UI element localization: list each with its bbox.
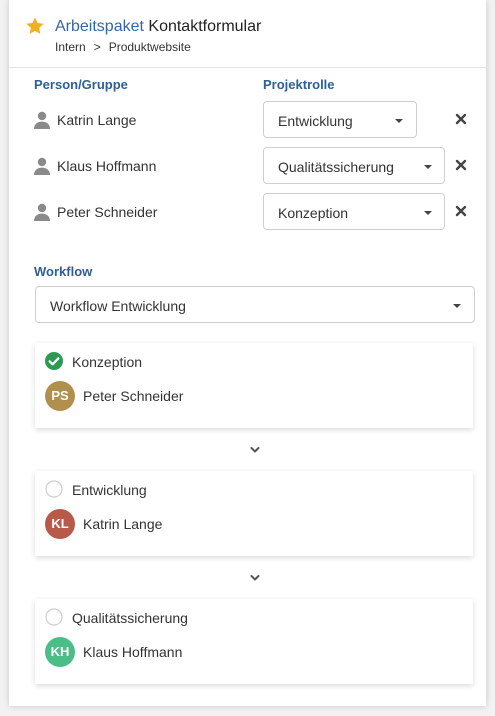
chevron-down-icon	[250, 447, 260, 453]
remove-icon[interactable]	[454, 204, 468, 218]
caret-down-icon	[424, 165, 432, 169]
role-select-value: Qualitätssicherung	[278, 159, 394, 175]
remove-icon[interactable]	[454, 158, 468, 172]
assignment-person: Peter Schneider	[57, 204, 158, 220]
workflow-step: Qualitätssicherung KH Klaus Hoffmann	[35, 599, 473, 684]
empty-circle-icon[interactable]	[45, 608, 63, 626]
step-name: Qualitätssicherung	[72, 610, 188, 626]
assignment-person: Klaus Hoffmann	[57, 158, 157, 174]
column-header-role: Projektrolle	[263, 77, 335, 92]
remove-icon[interactable]	[454, 112, 468, 126]
breadcrumb-item-produktwebsite[interactable]: Produktwebsite	[109, 40, 191, 54]
person-icon	[34, 111, 50, 129]
step-person: Klaus Hoffmann	[83, 644, 183, 660]
caret-down-icon	[395, 119, 403, 123]
role-select-value: Konzeption	[278, 205, 349, 221]
work-package-name: Kontaktformular	[148, 18, 262, 35]
breadcrumb: Intern > Produktwebsite	[55, 40, 191, 54]
person-icon	[34, 203, 50, 221]
work-package-panel: Arbeitspaket Kontaktformular Intern > Prod…	[9, 0, 486, 706]
workflow-step: Entwicklung KL Katrin Lange	[35, 471, 473, 556]
column-header-person: Person/Gruppe	[34, 77, 128, 92]
role-select[interactable]: Entwicklung	[263, 101, 417, 138]
person-icon	[34, 157, 50, 175]
caret-down-icon	[453, 304, 461, 308]
workflow-label: Workflow	[34, 264, 93, 279]
assignment-row: Katrin Lange Entwicklung	[9, 101, 486, 139]
empty-circle-icon[interactable]	[45, 480, 63, 498]
workflow-select[interactable]: Workflow Entwicklung	[35, 286, 475, 323]
assignment-row: Klaus Hoffmann Qualitätssicherung	[9, 147, 486, 185]
workflow-step: Konzeption PS Peter Schneider	[35, 343, 473, 428]
step-name: Entwicklung	[72, 482, 147, 498]
page-title: Arbeitspaket Kontaktformular	[55, 17, 261, 37]
chevron-down-icon	[250, 575, 260, 581]
breadcrumb-item-intern[interactable]: Intern	[55, 40, 86, 54]
role-select[interactable]: Qualitätssicherung	[263, 147, 445, 184]
star-icon[interactable]	[25, 16, 45, 36]
step-person: Peter Schneider	[83, 388, 184, 404]
check-circle-icon	[45, 352, 63, 370]
panel-header: Arbeitspaket Kontaktformular Intern > Prod…	[9, 0, 486, 68]
workflow-select-value: Workflow Entwicklung	[50, 298, 186, 314]
assignment-person: Katrin Lange	[57, 112, 137, 128]
assignment-row: Peter Schneider Konzeption	[9, 193, 486, 231]
step-person: Katrin Lange	[83, 516, 163, 532]
avatar: KH	[45, 637, 75, 667]
caret-down-icon	[424, 211, 432, 215]
breadcrumb-separator: >	[93, 40, 101, 54]
role-select[interactable]: Konzeption	[263, 193, 445, 230]
avatar: KL	[45, 509, 75, 539]
step-name: Konzeption	[72, 354, 143, 370]
avatar: PS	[45, 381, 75, 411]
work-package-type: Arbeitspaket	[55, 18, 144, 35]
role-select-value: Entwicklung	[278, 113, 353, 129]
